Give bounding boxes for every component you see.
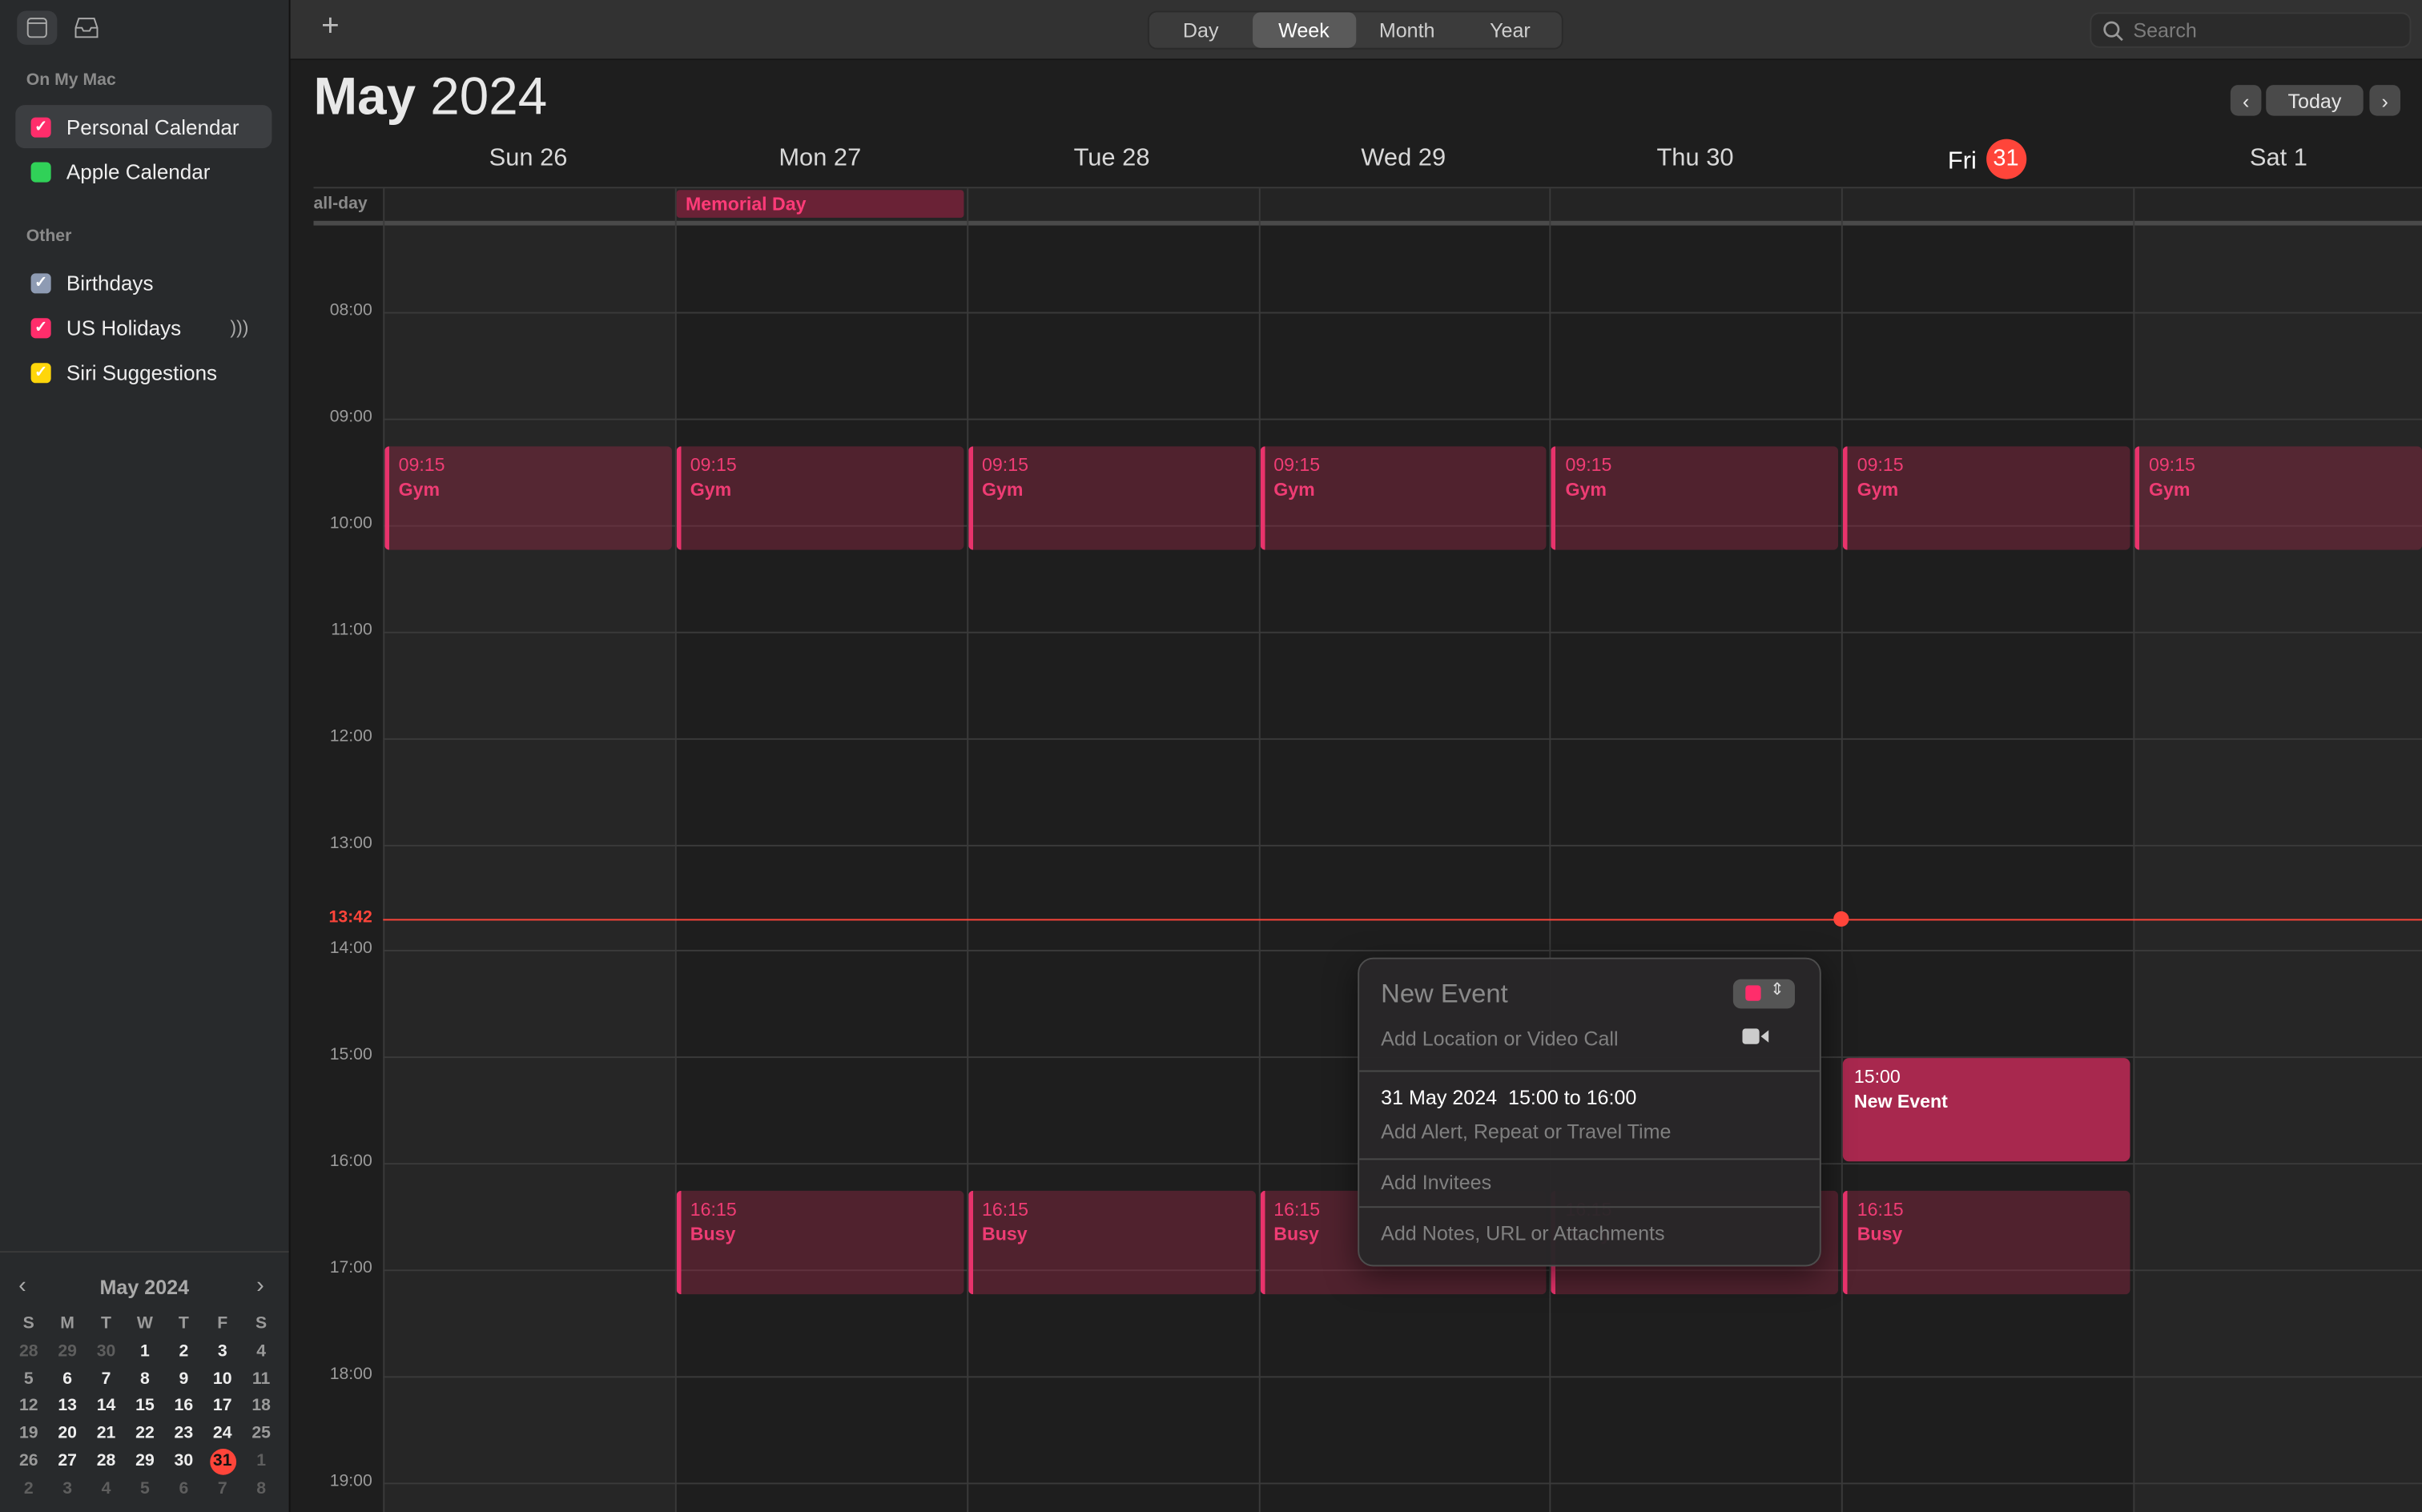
event-time: 09:15 (2148, 454, 2195, 477)
column-divider (1550, 188, 1552, 1512)
current-time-dot (1833, 911, 1850, 927)
event-time: 15:00 (1853, 1066, 1901, 1088)
alert-repeat-input[interactable]: Add Alert, Repeat or Travel Time (1381, 1120, 1671, 1143)
event-title: Busy (982, 1224, 1028, 1246)
divider (1359, 1070, 1820, 1072)
invitees-input[interactable]: Add Invitees (1381, 1171, 1491, 1194)
week-grid: Sun 26 Mon 27 Tue 28 Wed 29 Thu 30 Fri 31 Sat 1… (0, 0, 2422, 1512)
video-call-icon[interactable] (1742, 1027, 1770, 1045)
hour-line (383, 1482, 2422, 1485)
column-divider (1257, 188, 1260, 1512)
hour-label: 17:00 (329, 1258, 372, 1278)
hour-label: 12:00 (329, 726, 372, 746)
day-label: Wed 29 (1361, 145, 1446, 172)
event-time: 09:15 (1565, 454, 1612, 477)
hour-label: 11:00 (331, 620, 372, 639)
event-block[interactable]: 16:15 Busy (968, 1191, 1256, 1295)
new-event-block[interactable]: 15:00 New Event (1843, 1058, 2130, 1162)
event-title: Gym (1565, 479, 1607, 501)
allday-divider (313, 220, 2422, 226)
hour-line (383, 843, 2422, 846)
event-title-input[interactable]: New Event (1381, 979, 1508, 1011)
today-badge: 31 (1985, 139, 2026, 179)
hour-line (383, 1376, 2422, 1378)
hour-label: 18:00 (329, 1365, 372, 1384)
event-title: Busy (1857, 1224, 1903, 1246)
location-input[interactable]: Add Location or Video Call (1381, 1027, 1618, 1050)
day-header[interactable]: Thu 30 (1550, 145, 1841, 179)
day-label: Sun 26 (489, 145, 568, 172)
day-label: Tue 28 (1073, 145, 1150, 172)
event-time: 16:15 (982, 1199, 1028, 1221)
event-title: Gym (1273, 479, 1315, 501)
column-divider (966, 188, 968, 1512)
event-time: 09:15 (1857, 454, 1904, 477)
allday-label: all-day (313, 194, 368, 214)
event-block[interactable]: 16:15 Busy (1843, 1191, 2130, 1295)
divider (1359, 1158, 1820, 1160)
event-time: 09:15 (982, 454, 1028, 477)
column-divider (2133, 188, 2135, 1512)
new-event-popover: New Event ⇕ Add Location or Video Call 3… (1358, 957, 1821, 1267)
column-divider (383, 188, 385, 1512)
day-header[interactable]: Sat 1 (2134, 145, 2422, 179)
event-time: 09:15 (1273, 454, 1321, 477)
header-divider (313, 187, 2422, 189)
stepper-icon: ⇕ (1770, 980, 1784, 999)
event-title: New Event (1853, 1091, 1948, 1113)
hour-line (383, 738, 2422, 740)
day-label: Fri (1947, 148, 1977, 175)
day-label: Sat 1 (2249, 145, 2307, 172)
allday-event[interactable]: Memorial Day (676, 190, 964, 218)
event-block[interactable]: 09:15 Gym (384, 446, 672, 550)
event-title: Gym (398, 479, 441, 501)
hour-label: 13:00 (329, 833, 372, 852)
color-swatch-icon (1745, 985, 1761, 1001)
day-header[interactable]: Tue 28 (967, 145, 1257, 179)
hour-label: 09:00 (329, 407, 372, 427)
event-time: 09:15 (690, 454, 737, 477)
event-title: Gym (690, 479, 732, 501)
event-title: Gym (1857, 479, 1899, 501)
hour-line (383, 631, 2422, 633)
event-time: 09:15 (398, 454, 445, 477)
event-title: Gym (982, 479, 1024, 501)
hour-label: 10:00 (329, 513, 372, 533)
event-time: 16:15 (690, 1199, 737, 1221)
notes-input[interactable]: Add Notes, URL or Attachments (1381, 1221, 1664, 1245)
hour-label: 15:00 (329, 1046, 372, 1065)
day-header[interactable]: Wed 29 (1258, 145, 1549, 179)
day-header[interactable]: Fri 31 (1841, 139, 2132, 179)
calendar-window: On My Mac ✓ Personal Calendar Apple Calen… (0, 0, 2422, 1512)
day-label: Mon 27 (778, 145, 862, 172)
event-block[interactable]: 09:15 Gym (1843, 446, 2130, 550)
day-header[interactable]: Sun 26 (383, 145, 674, 179)
event-title: Busy (690, 1224, 736, 1246)
divider (1359, 1206, 1820, 1208)
hour-label: 14:00 (329, 939, 372, 959)
hour-line (383, 418, 2422, 420)
day-label: Thu 30 (1656, 145, 1734, 172)
day-header[interactable]: Mon 27 (675, 145, 966, 179)
event-datetime[interactable]: 31 May 2024 15:00 to 16:00 (1381, 1086, 1636, 1109)
calendar-color-picker[interactable]: ⇕ (1732, 979, 1795, 1009)
hour-label: 08:00 (329, 301, 372, 320)
event-time: 16:15 (1857, 1199, 1904, 1221)
current-time-label: 13:42 (328, 907, 372, 927)
hour-line (383, 312, 2422, 314)
hour-line (383, 950, 2422, 952)
event-block[interactable]: 09:15 Gym (968, 446, 1256, 550)
event-title: Gym (2148, 479, 2191, 501)
event-block[interactable]: 16:15 Busy (676, 1191, 964, 1295)
column-divider (1841, 188, 1844, 1512)
event-block[interactable]: 09:15 Gym (2134, 446, 2422, 550)
event-block[interactable]: 09:15 Gym (1259, 446, 1547, 550)
column-divider (674, 188, 677, 1512)
current-time-line (383, 918, 2422, 920)
event-block[interactable]: 09:15 Gym (676, 446, 964, 550)
event-block[interactable]: 09:15 Gym (1551, 446, 1839, 550)
hour-label: 16:00 (329, 1152, 372, 1172)
hour-label: 19:00 (329, 1471, 372, 1490)
